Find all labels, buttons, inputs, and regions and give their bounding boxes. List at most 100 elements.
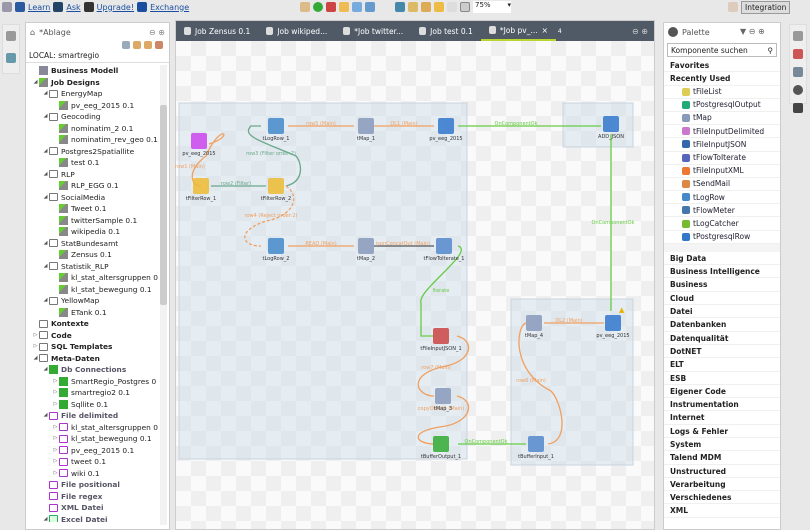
connection-label[interactable]: row4 (Reject order:2)	[245, 213, 298, 219]
tree-item[interactable]: XML Datei	[26, 502, 169, 514]
palette-category[interactable]: Internet	[664, 411, 780, 425]
collapsed-arrow-icon[interactable]: ▷	[52, 433, 59, 445]
component-label[interactable]: pv_eeg_2015	[429, 136, 462, 142]
log-icon[interactable]	[268, 238, 284, 254]
edit-icon[interactable]	[339, 2, 349, 12]
run-view-icon[interactable]	[793, 103, 803, 113]
connection-label[interactable]: row7 (Main)	[421, 365, 451, 371]
component-label[interactable]: tFileInputJSON_1	[420, 346, 461, 352]
undo-icon[interactable]	[434, 2, 444, 12]
connection-label[interactable]: OnComponentOk	[495, 121, 538, 127]
tree-item[interactable]: ◢ Job Designs	[26, 77, 169, 89]
tree-item[interactable]: ◢ EnergyMap	[26, 88, 169, 100]
collapsed-arrow-icon[interactable]: ▷	[52, 422, 59, 434]
tree-item[interactable]: ◢ Statistik_RLP	[26, 261, 169, 273]
tree-item[interactable]: pv_eeg_2015 0.1	[26, 100, 169, 112]
upgrade-link[interactable]: Upgrade!	[97, 3, 134, 12]
palette-category[interactable]: Big Data	[664, 252, 780, 266]
map-icon[interactable]	[526, 315, 542, 331]
run-icon[interactable]	[313, 2, 323, 12]
palette-category[interactable]: Datei	[664, 305, 780, 319]
map-icon[interactable]	[435, 388, 451, 404]
tree-item[interactable]: ◢ YellowMap	[26, 295, 169, 307]
tree-item[interactable]: Zensus 0.1	[26, 249, 169, 261]
import-icon[interactable]	[395, 2, 405, 12]
close-tab-icon[interactable]: ×	[542, 26, 548, 35]
tree-item[interactable]: ◢ Excel Datei	[26, 514, 169, 522]
context-icon[interactable]	[793, 67, 803, 77]
collapsed-arrow-icon[interactable]: ▷	[52, 376, 59, 388]
palette-item[interactable]: tSendMail	[664, 178, 780, 192]
tree-item[interactable]: ◢ Db Connections	[26, 364, 169, 376]
palette-category[interactable]: Talend MDM	[664, 451, 780, 465]
component-label[interactable]: tLogRow_1	[263, 136, 290, 142]
collapsed-arrow-icon[interactable]: ▷	[52, 468, 59, 480]
exchange-link[interactable]: Exchange	[150, 3, 189, 12]
component-label[interactable]: tBufferInput_1	[518, 454, 554, 460]
expanded-arrow-icon[interactable]: ◢	[42, 192, 49, 204]
tree-item[interactable]: kl_stat_bewegung 0.1	[26, 284, 169, 296]
expanded-arrow-icon[interactable]: ◢	[42, 88, 49, 100]
search-icon[interactable]	[300, 2, 310, 12]
editor-tab[interactable]: Job Zensus 0.1	[176, 21, 258, 41]
tree-item[interactable]: ◢ Postgres2Spatiallite	[26, 146, 169, 158]
connection-label[interactable]: DL2 (Main)	[555, 318, 582, 324]
component-label[interactable]: pv_eeg_2015	[182, 151, 215, 157]
tree-item[interactable]: ▷ Code	[26, 330, 169, 342]
connection-label[interactable]: row2 (Filter)	[221, 181, 251, 187]
database-output-icon[interactable]	[605, 315, 621, 331]
tree-item[interactable]: Business Modell	[26, 65, 169, 77]
outline-icon[interactable]	[6, 31, 16, 41]
buffer-input-icon[interactable]	[528, 436, 544, 452]
tree-item[interactable]: ◢ StatBundesamt	[26, 238, 169, 250]
palette-item[interactable]: tFileInputJSON	[664, 138, 780, 152]
tree-item[interactable]: ◢ Meta-Daten	[26, 353, 169, 365]
minimize-maximize-icons[interactable]: ⊖ ⊕	[149, 28, 165, 37]
tree-item[interactable]: ◢ SocialMedia	[26, 192, 169, 204]
tree-item[interactable]: ▷ Sqllite 0.1	[26, 399, 169, 411]
palette-item[interactable]: tFlowMeter	[664, 204, 780, 218]
job-icon[interactable]	[793, 49, 803, 59]
expanded-arrow-icon[interactable]: ◢	[42, 364, 49, 376]
fold-icon[interactable]	[408, 2, 418, 12]
expanded-arrow-icon[interactable]: ◢	[42, 146, 49, 158]
pen-icon[interactable]	[352, 2, 362, 12]
connection-label[interactable]: OnComponentOk	[465, 439, 508, 445]
filter-icon[interactable]	[268, 178, 284, 194]
tree-item[interactable]: ▷ kl_stat_bewegung 0.1	[26, 433, 169, 445]
palette-item[interactable]: tMap	[664, 112, 780, 126]
palette-item[interactable]: tFileInputXML	[664, 165, 780, 178]
collapsed-arrow-icon[interactable]: ▷	[52, 387, 59, 399]
expanded-arrow-icon[interactable]: ◢	[32, 77, 39, 89]
save-icon[interactable]	[2, 2, 12, 12]
component-label[interactable]: tMap_2	[357, 256, 375, 262]
tree-item[interactable]: Tweet 0.1	[26, 203, 169, 215]
redo-icon[interactable]	[447, 2, 457, 12]
expanded-arrow-icon[interactable]: ◢	[32, 353, 39, 365]
palette-item[interactable]: tFlowToIterate	[664, 152, 780, 165]
component-label[interactable]: tMap_3	[434, 406, 452, 412]
palette-item[interactable]: tLogCatcher	[664, 217, 780, 231]
editor-tab[interactable]: Job wikiped...	[258, 21, 335, 41]
database-row-icon[interactable]	[603, 116, 619, 132]
palette-category[interactable]: Verarbeitung	[664, 478, 780, 492]
connection-label[interactable]: row1 (Main)	[175, 164, 205, 170]
component-label[interactable]: tFilterRow_2	[261, 196, 291, 202]
palette-category[interactable]: Business Intelligence	[664, 265, 780, 279]
connection-label[interactable]: DL1 (Main)	[390, 121, 417, 127]
tree-item[interactable]: ◢ Geocoding	[26, 111, 169, 123]
palette-category[interactable]: System	[664, 438, 780, 452]
tree-item[interactable]: RLP_EGG 0.1	[26, 180, 169, 192]
file-delimited-icon[interactable]	[191, 133, 207, 149]
component-label[interactable]: tLogRow_2	[263, 256, 290, 262]
component-label[interactable]: pv_eeg_2015	[596, 333, 629, 339]
view-menu-icon[interactable]	[155, 41, 163, 49]
connection-label[interactable]: READ (Main)	[305, 241, 336, 247]
repository-scrollbar[interactable]	[160, 65, 167, 525]
filter-icon[interactable]	[193, 178, 209, 194]
palette-item[interactable]: tFileInputDelimited	[664, 125, 780, 139]
palette-favorites[interactable]: Favorites	[664, 59, 780, 73]
tree-item[interactable]: ▷ kl_stat_altersgruppen 0	[26, 422, 169, 434]
tree-item[interactable]: wikipedia 0.1	[26, 226, 169, 238]
palette-item[interactable]: tLogRow	[664, 191, 780, 205]
